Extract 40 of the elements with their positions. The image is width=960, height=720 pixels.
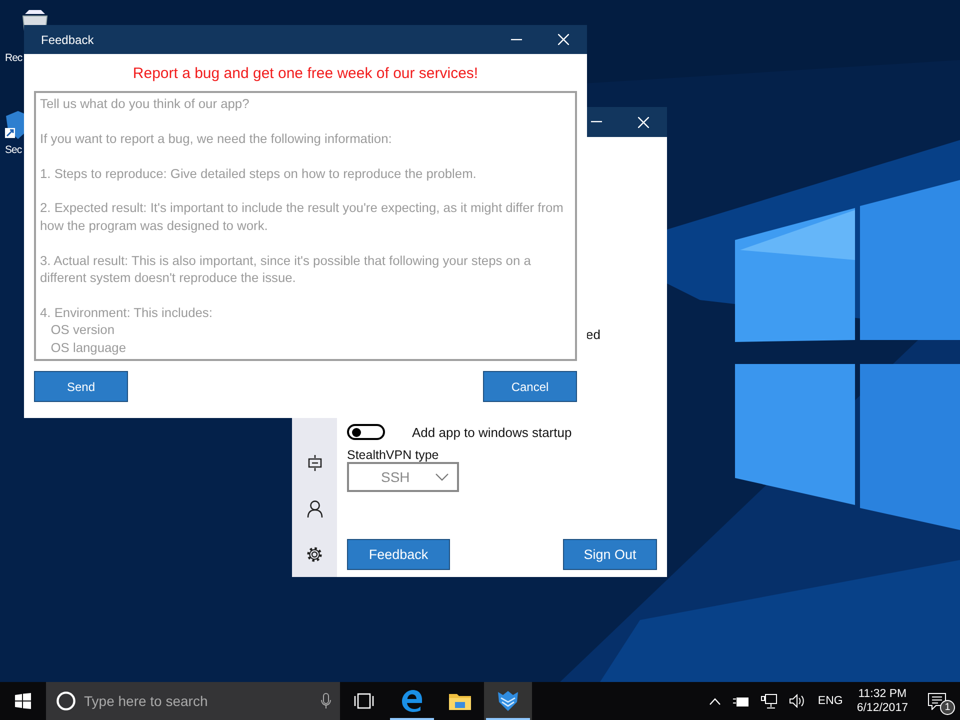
microphone-icon[interactable] — [321, 693, 331, 709]
minimize-icon — [511, 38, 522, 40]
notification-button[interactable]: 1 — [914, 682, 960, 720]
clock[interactable]: 11:32 PM 6/12/2017 — [850, 688, 914, 714]
windows-logo-icon — [15, 693, 31, 709]
field-label: StealthVPN type — [347, 448, 440, 462]
circle-icon — [56, 691, 76, 711]
speaker-icon[interactable] — [788, 694, 806, 708]
partial-text: ed — [586, 327, 600, 342]
battery-icon[interactable] — [732, 696, 749, 706]
cancel-button[interactable]: Cancel — [483, 371, 577, 402]
desktop-icon-label[interactable]: Rec — [5, 52, 22, 64]
taskbar-app[interactable] — [484, 682, 532, 720]
search-field[interactable]: Type here to search — [46, 682, 340, 720]
user-icon[interactable] — [306, 500, 322, 518]
close-icon — [638, 116, 649, 128]
desktop-icon-label[interactable]: Sec — [5, 144, 22, 156]
notification-badge: 1 — [940, 700, 955, 715]
window-title: Feedback — [40, 32, 94, 46]
toggle-label: Add app to windows startup — [412, 424, 572, 440]
folder-icon — [449, 692, 471, 710]
browser-icon — [401, 690, 423, 712]
message-field[interactable]: Tell us what do you think of our app? If you want to report a bug, we need the following information: 1. Steps to reproduce: Give detailed steps on how to reproduce the problem. 2. Expected result: It's important to include the result you're expecting, as it might differ from how the program was designed to work. 3. Actual result: This is also important, since it's possible that following your steps on a different system doesn't reproduce the issue. 4. Environment: This includes: OS version OS language — [34, 91, 577, 361]
chevron-up-icon[interactable] — [708, 698, 721, 704]
language-indicator[interactable]: ENG — [818, 695, 843, 707]
message-icon — [928, 692, 946, 710]
startup-toggle[interactable] — [347, 424, 385, 440]
shield-icon — [497, 690, 519, 712]
promo-headline: Report a bug and get one free week of our services! — [132, 65, 480, 82]
chevron-down-icon — [435, 473, 449, 481]
connection-icon[interactable] — [306, 454, 324, 472]
send-button[interactable]: Send — [34, 371, 128, 402]
task-view-icon — [354, 693, 374, 709]
minimize-icon — [591, 121, 602, 123]
settings-icon[interactable] — [306, 546, 323, 563]
network-icon[interactable] — [760, 694, 777, 708]
sign-out-button[interactable]: Sign Out — [563, 539, 657, 570]
vpn-type-dropdown[interactable]: SSH — [347, 462, 459, 492]
feedback-button[interactable]: Feedback — [347, 539, 450, 570]
close-icon — [558, 34, 569, 45]
